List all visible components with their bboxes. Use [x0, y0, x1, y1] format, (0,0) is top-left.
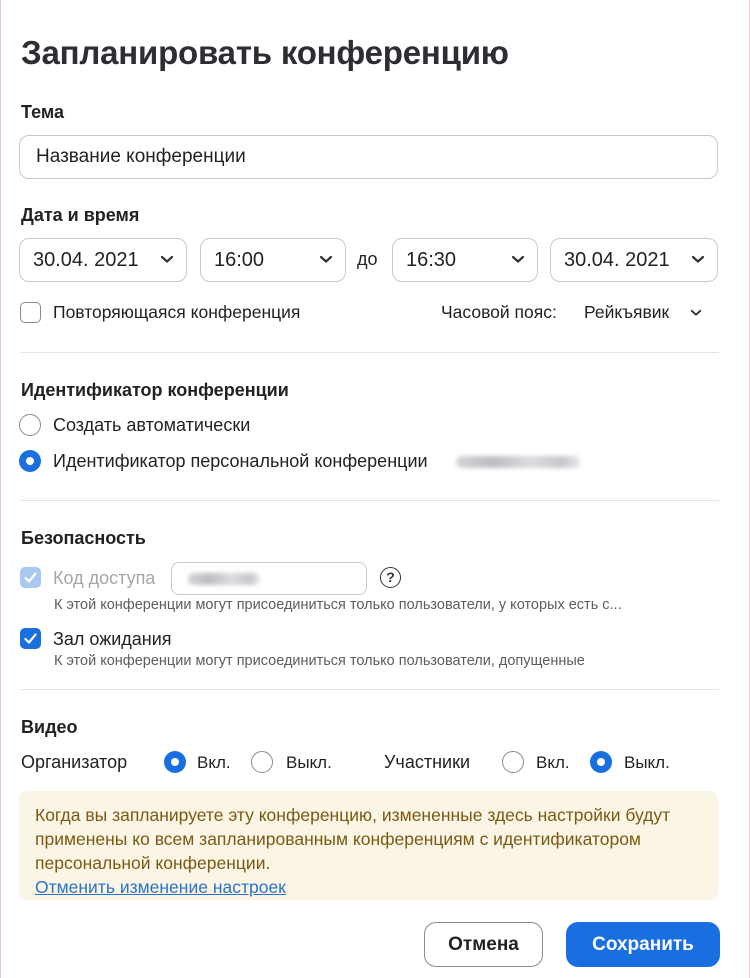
recurring-label: Повторяющаяся конференция: [53, 302, 301, 322]
waiting-room-hint: К этой конференции могут присоединиться …: [54, 653, 585, 669]
passcode-input[interactable]: [171, 562, 367, 595]
cancel-button[interactable]: Отмена: [424, 922, 543, 967]
divider: [21, 500, 719, 501]
help-icon[interactable]: ?: [380, 567, 401, 588]
end-time-value: 16:30: [406, 248, 457, 271]
start-date-select[interactable]: 30.04. 2021: [19, 238, 187, 282]
personal-meeting-id-blurred: [456, 456, 580, 468]
save-button[interactable]: Сохранить: [566, 922, 720, 967]
recurring-checkbox[interactable]: [20, 302, 41, 323]
divider: [21, 689, 719, 690]
topic-input-value: Название конференции: [36, 146, 246, 167]
dialog-title: Запланировать конференцию: [21, 34, 509, 71]
passcode-hint: К этой конференции могут присоединиться …: [54, 597, 622, 613]
chevron-down-icon[interactable]: [690, 308, 702, 317]
end-date-select[interactable]: 30.04. 2021: [550, 238, 718, 282]
video-host-on-label: Вкл.: [197, 753, 231, 772]
chevron-down-icon: [511, 255, 525, 263]
divider: [21, 352, 719, 353]
start-time-value: 16:00: [214, 248, 265, 271]
video-participants-on-radio[interactable]: [502, 751, 524, 773]
checkmark-icon: [24, 633, 37, 644]
timezone-select[interactable]: Рейкъявик: [584, 302, 669, 323]
waiting-room-label: Зал ожидания: [53, 629, 172, 649]
start-date-value: 30.04. 2021: [33, 248, 139, 271]
topic-label: Тема: [21, 102, 64, 122]
security-label: Безопасность: [21, 528, 146, 548]
meeting-id-personal-label: Идентификатор персональной конференции: [53, 451, 428, 471]
revert-settings-link[interactable]: Отменить изменение настроек: [35, 875, 286, 899]
end-time-select[interactable]: 16:30: [392, 238, 538, 282]
video-participants-off-label: Выкл.: [624, 753, 670, 772]
passcode-label: Код доступа: [53, 568, 156, 588]
chevron-down-icon: [160, 255, 174, 263]
time-range-separator: до: [357, 249, 378, 269]
video-host-off-radio[interactable]: [251, 751, 273, 773]
video-host-off-label: Выкл.: [286, 753, 332, 772]
datetime-label: Дата и время: [21, 205, 140, 225]
chevron-down-icon: [691, 255, 705, 263]
meeting-id-label: Идентификатор конференции: [21, 380, 289, 400]
passcode-value-blurred: [188, 573, 260, 585]
start-time-select[interactable]: 16:00: [200, 238, 346, 282]
checkmark-icon: [24, 572, 37, 583]
end-date-value: 30.04. 2021: [564, 248, 670, 271]
video-participants-on-label: Вкл.: [536, 753, 570, 772]
topic-input[interactable]: Название конференции: [19, 135, 718, 179]
notice-text: Когда вы запланируете эту конференцию, и…: [35, 805, 671, 873]
meeting-id-auto-radio[interactable]: [19, 414, 41, 436]
timezone-label: Часовой пояс:: [441, 302, 557, 322]
meeting-id-personal-radio[interactable]: [19, 450, 41, 472]
waiting-room-checkbox[interactable]: [20, 628, 41, 649]
video-participants-label: Участники: [384, 752, 470, 772]
meeting-id-auto-label: Создать автоматически: [53, 415, 251, 435]
passcode-checkbox[interactable]: [20, 567, 41, 588]
video-host-on-radio[interactable]: [164, 751, 186, 773]
video-label: Видео: [21, 717, 78, 737]
settings-notice: Когда вы запланируете эту конференцию, и…: [19, 791, 718, 900]
video-participants-off-radio[interactable]: [590, 751, 612, 773]
chevron-down-icon: [319, 255, 333, 263]
video-host-label: Организатор: [21, 752, 128, 772]
